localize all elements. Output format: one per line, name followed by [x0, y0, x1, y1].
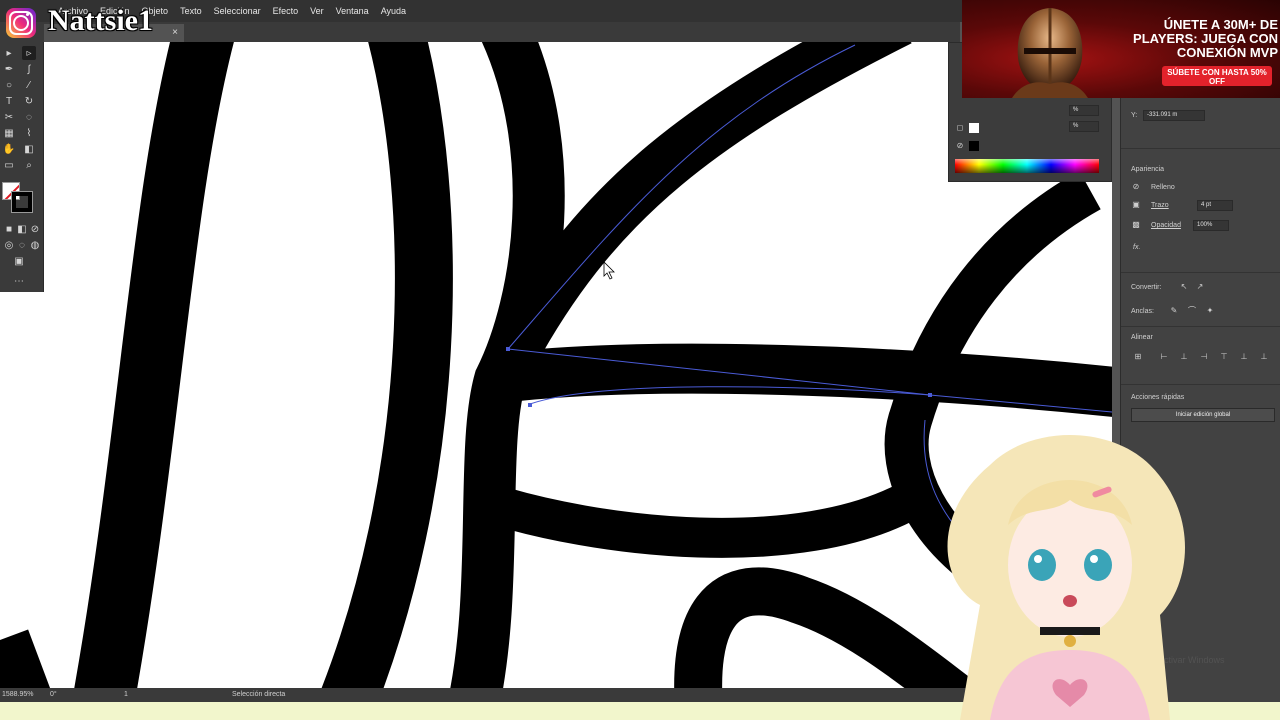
hand-tool-icon[interactable]: ✋	[2, 142, 16, 156]
menu-item[interactable]: Ayuda	[375, 6, 412, 16]
fill-icon[interactable]: ◻	[955, 123, 965, 133]
draw-mode-icon[interactable]: ◎	[2, 238, 16, 252]
align-title: Alinear	[1131, 334, 1153, 341]
tools-panel: ▸ ▹ ✒ ∫ ○ ⁄ T ↻ ✂ ◌ ▦ ⌇ ✋ ◧ ▭ ⌕ ■ ◧ ⊘ ◎ …	[0, 42, 44, 292]
selection-tool-icon[interactable]: ▸	[2, 46, 16, 60]
fill-none-icon[interactable]: ⊘	[1131, 182, 1141, 192]
convert-label: Convertir:	[1131, 284, 1162, 291]
stroke-middle-1	[321, 42, 453, 688]
ad-banner[interactable]: ÚNETE A 30M+ DE PLAYERS: JUEGA CON CONEX…	[962, 0, 1280, 98]
streamer-handle: Nattsie1	[48, 4, 153, 37]
anchor-point	[528, 403, 532, 407]
lasso-tool-icon[interactable]: ◌	[22, 110, 36, 124]
eyedropper-tool-icon[interactable]: ⌇	[22, 126, 36, 140]
anchor-point	[506, 347, 510, 351]
menu-item[interactable]: Efecto	[267, 6, 305, 16]
draw-behind-icon[interactable]: ◌	[15, 238, 29, 252]
k-percent-field[interactable]: %	[1069, 121, 1099, 132]
close-tab-icon[interactable]: ×	[172, 27, 178, 38]
anchor-point	[928, 393, 932, 397]
rotation-value[interactable]: 0°	[50, 691, 57, 698]
anchor-cut-icon[interactable]: ✦	[1205, 306, 1215, 316]
anchor-add-icon[interactable]: ✎	[1169, 306, 1179, 316]
stroke-left-2	[0, 629, 51, 688]
align-menu-icon[interactable]: ⊞	[1133, 352, 1143, 362]
align-right-icon[interactable]: ⊣	[1199, 352, 1209, 362]
direct-selection-tool-icon[interactable]: ▹	[22, 46, 36, 60]
cursor-arrow	[603, 261, 615, 280]
stroke-weight-field[interactable]: 4 pt	[1197, 200, 1233, 211]
stroke-diagonal	[497, 42, 912, 353]
opacity-field[interactable]: 100%	[1193, 220, 1229, 231]
align-hcenter-icon[interactable]: ⊥	[1179, 352, 1189, 362]
scissors-tool-icon[interactable]: ✂	[2, 110, 16, 124]
smooth-point-icon[interactable]: ↗	[1195, 282, 1205, 292]
menu-item[interactable]: Ver	[304, 6, 330, 16]
knight-helmet-image	[1012, 8, 1088, 98]
artboard-number[interactable]: 1	[124, 691, 128, 698]
color-mode-icon[interactable]: ■	[2, 222, 16, 236]
align-left-icon[interactable]: ⊢	[1159, 352, 1169, 362]
artboard-tool-icon[interactable]: ▭	[2, 158, 16, 172]
black-swatch[interactable]	[969, 141, 979, 151]
stroke-icon[interactable]: ▣	[1131, 200, 1141, 210]
brush-tool-icon[interactable]: ⁄	[22, 78, 36, 92]
y-label: Y:	[1131, 112, 1138, 119]
rotate-tool-icon[interactable]: ↻	[22, 94, 36, 108]
menu-item[interactable]: Ventana	[330, 6, 375, 16]
gradient-mode-icon[interactable]: ◧	[15, 222, 29, 236]
align-top-icon[interactable]: ⊤	[1219, 352, 1229, 362]
ellipse-tool-icon[interactable]: ○	[2, 78, 16, 92]
anchors-label: Anclas:	[1131, 308, 1154, 315]
y-percent-field[interactable]: %	[1069, 105, 1099, 116]
type-tool-icon[interactable]: T	[2, 94, 16, 108]
anchor-remove-icon[interactable]: ⌒	[1187, 306, 1197, 316]
draw-inside-icon[interactable]: ◍	[28, 238, 42, 252]
active-tool-name: Selección directa	[232, 691, 286, 698]
vtuber-avatar	[947, 435, 1185, 720]
stroke-bowl	[473, 481, 920, 558]
more-tools-icon[interactable]: ⋯	[12, 274, 26, 288]
instagram-icon	[6, 8, 36, 38]
fx-button[interactable]: fx.	[1133, 244, 1140, 251]
menu-item[interactable]: Seleccionar	[208, 6, 267, 16]
opacity-label[interactable]: Opacidad	[1151, 222, 1181, 229]
symbol-tool-icon[interactable]: ◧	[22, 142, 36, 156]
zoom-level[interactable]: 1588.95%	[2, 691, 34, 698]
none-swatch-icon[interactable]: ⊘	[955, 141, 965, 151]
y-position-field[interactable]: -331.091 m	[1143, 110, 1205, 121]
align-vcenter-icon[interactable]: ⊥	[1239, 352, 1249, 362]
stroke-swatch[interactable]	[11, 191, 33, 213]
pen-tool-icon[interactable]: ✒	[2, 62, 16, 76]
ad-headline: ÚNETE A 30M+ DE PLAYERS: JUEGA CON CONEX…	[1133, 17, 1278, 60]
curvature-tool-icon[interactable]: ∫	[22, 62, 36, 76]
color-spectrum[interactable]	[955, 159, 1099, 173]
quick-actions-title: Acciones rápidas	[1131, 394, 1185, 401]
illustrator-workspace: { "overlay": { "handle": "Nattsie1", "pl…	[0, 0, 1280, 720]
zoom-tool-icon[interactable]: ⌕	[22, 158, 36, 172]
fill-label[interactable]: Relleno	[1151, 184, 1175, 191]
ad-cta-button[interactable]: SÚBETE CON HASTA 50% OFF	[1162, 66, 1272, 86]
stroke-label[interactable]: Trazo	[1151, 202, 1169, 209]
opacity-icon: ▩	[1132, 220, 1140, 229]
none-mode-icon[interactable]: ⊘	[28, 222, 42, 236]
align-bottom-icon[interactable]: ⊥	[1259, 352, 1269, 362]
white-swatch[interactable]	[969, 123, 979, 133]
screen-mode-icon[interactable]: ▣	[12, 254, 26, 268]
stroke-left-1	[74, 42, 234, 688]
menu-item[interactable]: Texto	[174, 6, 208, 16]
appearance-title: Apariencia	[1131, 166, 1165, 173]
corner-point-icon[interactable]: ↖	[1179, 282, 1189, 292]
grid-tool-icon[interactable]: ▦	[2, 126, 16, 140]
